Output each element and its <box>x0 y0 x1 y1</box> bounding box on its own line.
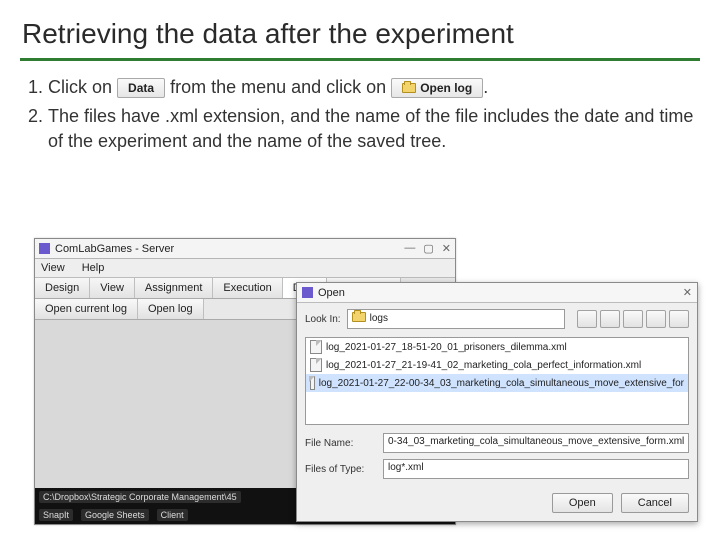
tab-assignment[interactable]: Assignment <box>135 278 213 298</box>
detail-view-icon[interactable] <box>669 310 689 328</box>
list-view-icon[interactable] <box>646 310 666 328</box>
taskbar-item[interactable]: SnapIt <box>39 509 73 521</box>
file-name-label: File Name: <box>305 438 377 449</box>
open-current-log-button[interactable]: Open current log <box>35 299 138 319</box>
maximize-icon[interactable]: ▢ <box>423 242 433 255</box>
title-underline <box>20 58 700 61</box>
close-icon[interactable]: ✕ <box>442 242 451 255</box>
file-icon <box>310 376 315 390</box>
open-dialog: Open ✕ Look In: logs log_2021-01-27_18-5… <box>296 282 698 522</box>
app-icon <box>302 287 313 298</box>
cancel-button[interactable]: Cancel <box>621 493 689 513</box>
look-in-dropdown[interactable]: logs <box>347 309 565 329</box>
titlebar: ComLabGames - Server — ▢ ✕ <box>35 239 455 259</box>
file-name: log_2021-01-27_21-19-41_02_marketing_col… <box>326 360 641 371</box>
taskbar-item[interactable]: Google Sheets <box>81 509 149 521</box>
taskbar-path: C:\Dropbox\Strategic Corporate Managemen… <box>39 491 241 503</box>
menubar: View Help <box>35 259 455 278</box>
look-in-value: logs <box>370 313 388 324</box>
open-log-button[interactable]: Open log <box>138 299 204 319</box>
app-icon <box>39 243 50 254</box>
close-icon[interactable]: ✕ <box>683 286 692 299</box>
dialog-title: Open <box>318 287 345 299</box>
file-list[interactable]: log_2021-01-27_18-51-20_01_prisoners_dil… <box>305 337 689 425</box>
page-title: Retrieving the data after the experiment <box>22 18 700 50</box>
file-type-label: Files of Type: <box>305 464 377 475</box>
file-type-dropdown[interactable]: log*.xml <box>383 459 689 479</box>
file-item[interactable]: log_2021-01-27_21-19-41_02_marketing_col… <box>306 356 688 374</box>
file-item[interactable]: log_2021-01-27_18-51-20_01_prisoners_dil… <box>306 338 688 356</box>
file-name-input[interactable]: 0-34_03_marketing_cola_simultaneous_move… <box>383 433 689 453</box>
file-item-selected[interactable]: log_2021-01-27_22-00-34_03_marketing_col… <box>306 374 688 392</box>
open-button[interactable]: Open <box>552 493 613 513</box>
step1-end: . <box>483 77 488 97</box>
dialog-titlebar: Open ✕ <box>297 283 697 303</box>
minimize-icon[interactable]: — <box>404 242 415 255</box>
file-name: log_2021-01-27_18-51-20_01_prisoners_dil… <box>326 342 567 353</box>
folder-open-icon <box>402 83 416 93</box>
inline-openlog-label: Open log <box>420 81 472 95</box>
home-icon[interactable] <box>600 310 620 328</box>
file-name: log_2021-01-27_22-00-34_03_marketing_col… <box>319 378 684 389</box>
inline-openlog-button: Open log <box>391 78 483 98</box>
step1-text-b: from the menu and click on <box>170 77 386 97</box>
file-icon <box>310 340 322 354</box>
up-folder-icon[interactable] <box>577 310 597 328</box>
step-2: The files have .xml extension, and the n… <box>48 104 700 154</box>
folder-icon <box>352 312 366 322</box>
menu-help[interactable]: Help <box>82 262 105 274</box>
menu-view[interactable]: View <box>41 262 65 274</box>
taskbar-item[interactable]: Client <box>157 509 188 521</box>
look-in-label: Look In: <box>305 314 341 325</box>
step1-text-a: Click on <box>48 77 112 97</box>
step-1: Click on Data from the menu and click on… <box>48 75 700 100</box>
file-icon <box>310 358 322 372</box>
inline-data-button: Data <box>117 78 165 98</box>
window-title: ComLabGames - Server <box>55 243 174 255</box>
tab-execution[interactable]: Execution <box>213 278 282 298</box>
tab-view[interactable]: View <box>90 278 135 298</box>
new-folder-icon[interactable] <box>623 310 643 328</box>
tab-design[interactable]: Design <box>35 278 90 298</box>
